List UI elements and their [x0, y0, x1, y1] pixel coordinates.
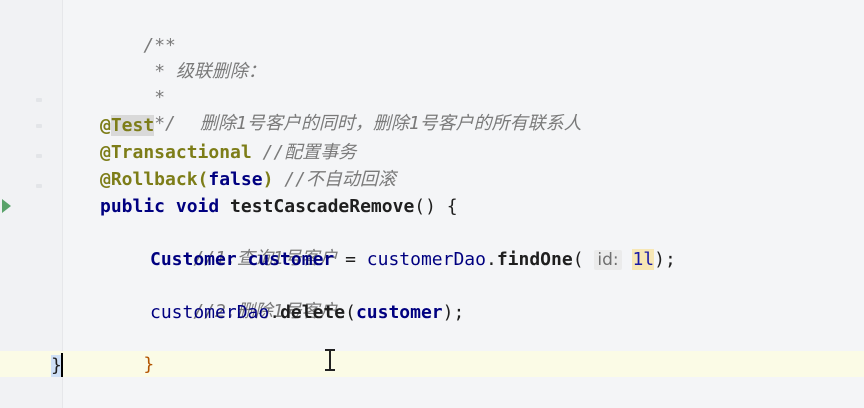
- code-line-12: customerDao.delete(customer);: [150, 300, 464, 326]
- code-line-5: @Test: [100, 113, 155, 139]
- comment-text: //不自动回滚: [273, 169, 396, 190]
- code-line-8: public void testCascadeRemove() {: [100, 194, 458, 220]
- code-line-4: */: [100, 85, 176, 134]
- annotation-transactional: @Transactional: [100, 142, 252, 163]
- paren: (: [345, 302, 356, 323]
- paren-semicolon: );: [654, 249, 676, 270]
- ibeam-cursor-icon: [325, 348, 335, 374]
- comment-text: 删除1号客户的同时，删除1号客户的所有联系人: [200, 113, 582, 134]
- type-name: Customer: [150, 249, 248, 270]
- code-editor[interactable]: /** * 级联删除： * 删除1号客户的同时，删除1号客户的所有联系人 */ …: [0, 0, 864, 408]
- dot: .: [269, 302, 281, 323]
- method-call: delete: [280, 302, 346, 323]
- variable-name: customer: [247, 249, 335, 270]
- keyword-public-void: public void: [100, 196, 231, 217]
- paren-semicolon: );: [442, 302, 465, 323]
- code-line-7: @Rollback(false) //不自动回滚: [100, 167, 396, 193]
- method-call: findOne: [496, 249, 573, 270]
- code-line-9: //1.查询1号客户: [150, 220, 337, 269]
- code-line-2: * 级联删除：: [100, 33, 266, 82]
- method-signature-rest: () {: [414, 196, 458, 217]
- keyword-false: false: [208, 169, 263, 190]
- method-name: testCascadeRemove: [230, 196, 415, 217]
- code-line-6: @Transactional //配置事务: [100, 140, 356, 166]
- code-line-11: //2.删除1号客户: [150, 273, 337, 322]
- identifier: customerDao: [150, 302, 270, 323]
- code-line-10: Customer customer = customerDao.findOne(…: [150, 247, 676, 273]
- code-line-1: /**: [100, 7, 176, 56]
- dot: .: [485, 249, 497, 270]
- code-line-13: }: [100, 326, 154, 375]
- annotation-rollback: @Rollback(: [100, 169, 209, 190]
- text-caret: [61, 353, 63, 377]
- class-closing-brace: }: [51, 355, 62, 377]
- parameter-hint: id:: [594, 250, 622, 270]
- closing-brace: }: [143, 354, 155, 375]
- annotation-test: Test: [110, 115, 155, 136]
- operator: =: [334, 249, 367, 270]
- identifier: customerDao: [366, 249, 486, 270]
- paren: (: [572, 249, 595, 270]
- argument: customer: [355, 302, 443, 323]
- paren: ): [262, 169, 274, 190]
- annotation-at: @: [100, 115, 111, 136]
- code-line-3: * 删除1号客户的同时，删除1号客户的所有联系人: [100, 59, 581, 134]
- comment-text: //配置事务: [251, 142, 357, 163]
- number-literal: 1l: [632, 249, 655, 270]
